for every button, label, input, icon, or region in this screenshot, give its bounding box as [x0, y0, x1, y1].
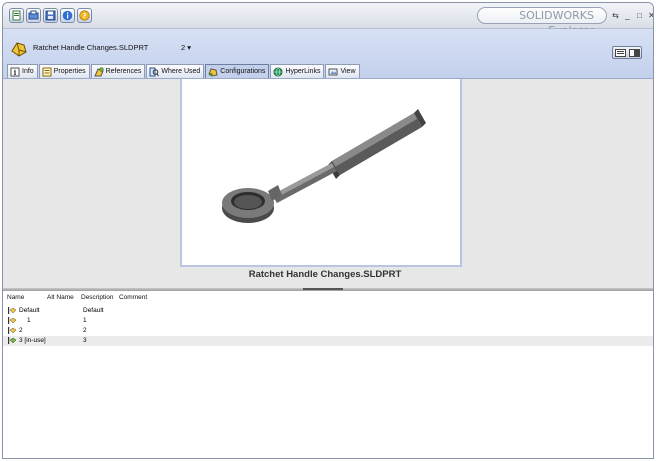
info-tab-icon: i [10, 67, 20, 77]
tab-view[interactable]: View [325, 64, 360, 78]
svg-text:?: ? [82, 12, 86, 20]
list-item[interactable]: 3 [in-use] 3 [3, 336, 653, 346]
app-title-box: SOLIDWORKS Explorer [477, 7, 607, 37]
config-name: 2 [8, 327, 23, 334]
column-header-description[interactable]: Description [81, 294, 114, 301]
new-icon[interactable] [9, 8, 24, 23]
properties-tab-icon [42, 67, 52, 76]
where-used-tab-icon [149, 67, 160, 76]
preview-pane: Ratchet Handle Changes.SLDPRT [3, 79, 653, 291]
config-description: 3 [83, 337, 87, 344]
tab-label: Where Used [161, 68, 201, 75]
tab-configurations[interactable]: Configurations [205, 64, 270, 78]
tab-label: Properties [53, 68, 86, 75]
config-name-text: 1 [27, 317, 31, 324]
column-header-name[interactable]: Name [7, 294, 24, 301]
save-icon[interactable] [43, 8, 58, 23]
column-header-alt-name[interactable]: Alt Name [47, 294, 74, 301]
tab-label: HyperLinks [285, 68, 321, 75]
explorer-window: ? SOLIDWORKS Explorer ⇆ _ □ ✕ Ratchet Ha… [2, 2, 654, 459]
file-name: Ratchet Handle Changes.SLDPRT [33, 43, 149, 52]
preview-caption: Ratchet Handle Changes.SLDPRT [248, 269, 402, 280]
preview-view-icon[interactable] [627, 47, 641, 58]
references-tab-icon [93, 66, 104, 76]
maximize-icon[interactable]: □ [635, 11, 644, 20]
list-item[interactable]: Default Default [3, 306, 653, 316]
view-toggle[interactable] [612, 46, 642, 59]
config-name-text: 3 [in-use] [19, 337, 46, 344]
hyperlinks-tab-icon [273, 67, 283, 76]
info-icon[interactable] [60, 8, 75, 23]
tab-label: View [340, 68, 356, 75]
splitter-grip[interactable] [303, 288, 343, 290]
tab-label: Configurations [220, 68, 266, 75]
configuration-dropdown[interactable]: 2 ▾ [181, 43, 191, 52]
part-file-icon [11, 42, 27, 57]
tab-label: Info [22, 68, 34, 75]
title-bar: ? SOLIDWORKS Explorer ⇆ _ □ ✕ [3, 3, 653, 37]
config-description: 1 [83, 317, 87, 324]
config-description: 2 [83, 327, 87, 334]
tab-references[interactable]: References [90, 64, 146, 78]
configuration-icon [8, 327, 17, 334]
config-name-text: Default [19, 307, 40, 314]
restore-icon[interactable]: ⇆ [611, 11, 620, 20]
configurations-list: Name Alt Name Description Comment Defaul… [3, 291, 653, 458]
minimize-icon[interactable]: _ [623, 11, 632, 20]
config-name-text: 2 [19, 327, 23, 334]
column-header-comment[interactable]: Comment [119, 294, 147, 301]
configuration-icon [8, 307, 17, 314]
file-header: Ratchet Handle Changes.SLDPRT 2 ▾ i Info… [3, 29, 653, 79]
list-header: Name Alt Name Description Comment [7, 294, 647, 304]
view-tab-icon [328, 68, 338, 75]
tab-where-used[interactable]: Where Used [146, 64, 205, 78]
svg-text:i: i [14, 68, 17, 77]
list-item[interactable]: 1 1 [3, 316, 653, 326]
help-icon[interactable]: ? [77, 8, 92, 23]
list-item[interactable]: 2 2 [3, 326, 653, 336]
tab-bar: i Info Properties References Where Used … [7, 64, 360, 78]
toolbar-icons: ? [9, 8, 92, 23]
configuration-icon [8, 317, 17, 324]
tab-label: References [105, 68, 142, 75]
config-name: 3 [in-use] [8, 337, 46, 344]
config-name: Default [8, 307, 40, 314]
tab-hyperlinks[interactable]: HyperLinks [270, 64, 325, 78]
open-icon[interactable] [26, 8, 41, 23]
ratchet-handle-preview-image [222, 109, 426, 223]
configurations-tab-icon [208, 67, 218, 77]
close-icon[interactable]: ✕ [647, 11, 653, 20]
preview-image-frame [180, 79, 462, 267]
active-configuration-icon [8, 337, 17, 344]
window-controls: ⇆ _ □ ✕ [611, 11, 653, 20]
tab-properties[interactable]: Properties [38, 64, 90, 78]
config-description: Default [83, 307, 104, 314]
config-name: 1 [8, 317, 31, 324]
list-view-icon[interactable] [613, 47, 627, 58]
tab-info[interactable]: i Info [7, 64, 38, 78]
